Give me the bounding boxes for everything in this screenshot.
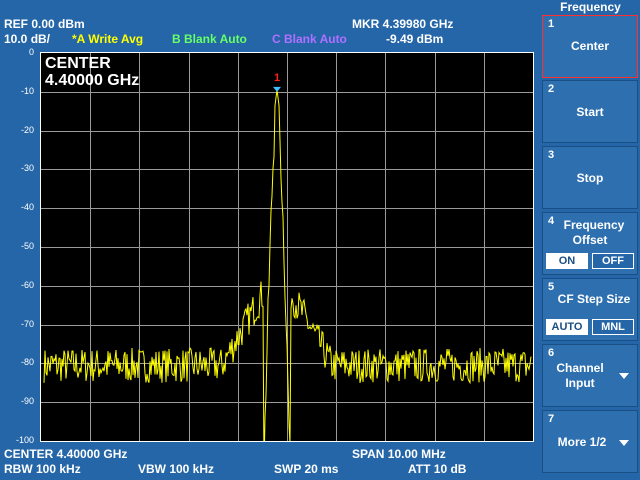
offset-off-toggle[interactable]: OFF [592, 253, 634, 269]
y-axis-tick-label: -50 [20, 241, 34, 251]
center-frequency-readout: CENTER 4.40000 GHz [4, 447, 128, 461]
softkey-frequency-offset[interactable]: 4 Frequency Offset ON OFF [542, 212, 638, 275]
softkey-number: 6 [548, 347, 555, 359]
softkey-label: Stop [576, 171, 604, 185]
sweep-time-readout: SWP 20 ms [274, 462, 339, 476]
softkey-center[interactable]: 1 Center [542, 15, 638, 78]
attenuation-readout: ATT 10 dB [408, 462, 467, 476]
softkey-label-line1: Channel [556, 361, 604, 375]
y-axis-tick-label: -90 [20, 396, 34, 407]
center-annotation: CENTER [45, 55, 111, 72]
center-annotation-value: 4.40000 GHz [45, 72, 140, 89]
marker-level-readout: -9.49 dBm [386, 32, 444, 46]
spectrum-display[interactable]: 1 CENTER 4.40000 GHz [40, 52, 534, 442]
trace-a-status: *A Write Avg [72, 32, 144, 46]
softkey-label: More 1/2 [557, 435, 607, 449]
softkey-more[interactable]: 7 More 1/2 [542, 410, 638, 473]
trace-c-status: C Blank Auto [272, 32, 347, 46]
softkey-stop[interactable]: 3 Stop [542, 146, 638, 209]
vbw-readout: VBW 100 kHz [138, 462, 215, 476]
step-manual-toggle[interactable]: MNL [592, 319, 634, 335]
softkey-label: Center [570, 39, 609, 53]
softkey-label: CF Step Size [557, 292, 631, 306]
y-axis-tick-label: -80 [20, 357, 34, 368]
y-axis-tick-label: 0 [28, 47, 34, 57]
softkey-label-line2: Input [565, 376, 595, 390]
softkey-label-line1: Frequency [563, 218, 625, 232]
chevron-down-icon [619, 373, 629, 379]
spectrum-plot: 1 [41, 53, 533, 441]
marker-1-label: 1 [274, 72, 280, 84]
marker-frequency-readout: MKR 4.39980 GHz [352, 17, 454, 31]
trace-b-status: B Blank Auto [172, 32, 247, 46]
softkey-number: 2 [548, 83, 555, 95]
softkey-start[interactable]: 2 Start [542, 80, 638, 143]
grid [41, 53, 533, 441]
scale-readout: 10.0 dB/ [4, 32, 51, 46]
softkey-channel-input[interactable]: 6 Channel Input [542, 344, 638, 407]
y-axis-tick-label: -40 [20, 202, 34, 213]
step-auto-toggle[interactable]: AUTO [546, 319, 588, 335]
softkey-number: 7 [548, 413, 555, 425]
span-readout: SPAN 10.00 MHz [352, 447, 446, 461]
y-axis-tick-label: -70 [20, 318, 34, 329]
softkey-cf-step-size[interactable]: 5 CF Step Size AUTO MNL [542, 278, 638, 341]
rbw-readout: RBW 100 kHz [4, 462, 81, 476]
chevron-down-icon [619, 440, 629, 446]
y-axis-tick-label: -20 [20, 124, 34, 135]
marker-1-point [273, 86, 281, 92]
softkey-label-line2: Offset [572, 233, 608, 247]
softkey-label: Start [576, 105, 604, 119]
offset-on-toggle[interactable]: ON [546, 253, 588, 269]
y-axis-tick-label: -100 [15, 435, 34, 445]
y-axis-tick-label: -60 [20, 279, 34, 290]
y-axis-tick-label: -10 [20, 85, 34, 96]
softkey-number: 3 [548, 149, 555, 161]
y-axis-tick-label: -30 [20, 163, 34, 174]
ref-level-readout: REF 0.00 dBm [4, 17, 85, 31]
softkey-menu-title: Frequency [560, 0, 621, 14]
softkey-number: 1 [548, 18, 555, 30]
